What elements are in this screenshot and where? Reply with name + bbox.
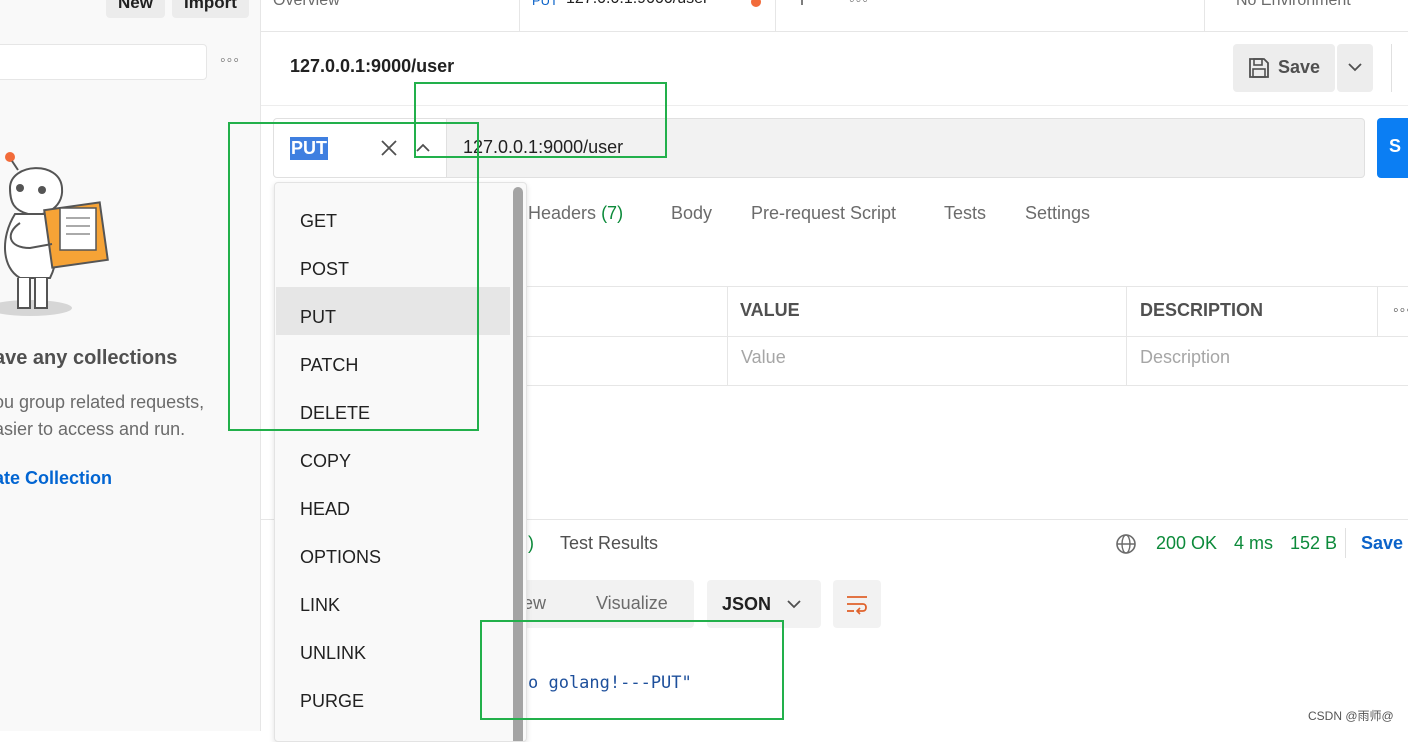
empty-desc-line: ou group related requests, <box>0 392 205 412</box>
import-button[interactable]: Import <box>172 0 249 18</box>
globe-icon[interactable] <box>1115 533 1137 555</box>
view-option-visualize[interactable]: Visualize <box>596 593 668 614</box>
table-col-divider <box>1377 286 1378 336</box>
tab-headers[interactable]: Headers (7) <box>528 203 623 224</box>
annotation-box-response <box>480 620 784 720</box>
response-time[interactable]: 4 ms <box>1234 533 1273 554</box>
table-col-divider <box>727 286 728 386</box>
save-response-button[interactable]: Save <box>1361 533 1403 554</box>
empty-collections-illustration-icon <box>0 152 109 316</box>
save-button-label: Save <box>1278 57 1321 77</box>
tab-url-label: 127.0.0.1:9000/user <box>566 0 708 8</box>
column-header-value: VALUE <box>740 300 800 320</box>
tab-overview[interactable]: Overview <box>273 0 340 10</box>
sidebar-more-icon[interactable]: ◦◦◦ <box>220 52 240 70</box>
create-collection-link[interactable]: ate Collection <box>0 468 112 489</box>
method-option-purge[interactable]: PURGE <box>276 671 510 719</box>
tab-more-icon[interactable]: ◦◦◦ <box>849 0 869 10</box>
tab-settings[interactable]: Settings <box>1025 203 1090 224</box>
watermark: CSDN @雨师@ <box>1308 709 1394 723</box>
add-tab-icon[interactable]: + <box>795 0 809 14</box>
annotation-box-methods <box>228 122 479 431</box>
response-tab-count-partial: ) <box>528 533 534 553</box>
empty-collections-description: ou group related requests, asier to acce… <box>0 389 204 443</box>
new-button[interactable]: New <box>106 0 165 18</box>
send-button[interactable]: S <box>1377 118 1408 178</box>
request-tab-bar: Overview PUT 127.0.0.1:9000/user + ◦◦◦ N… <box>261 0 1408 32</box>
wrap-lines-icon <box>847 596 867 615</box>
sidebar-search-input[interactable] <box>0 44 207 80</box>
headers-count-badge: (7) <box>601 203 624 223</box>
tab-test-results[interactable]: Test Results <box>560 533 658 554</box>
tab-active-request[interactable]: PUT 127.0.0.1:9000/user <box>519 0 776 31</box>
tab-body[interactable]: Body <box>671 203 712 224</box>
method-option-copy[interactable]: COPY <box>276 431 510 479</box>
table-col-divider <box>1126 286 1127 386</box>
method-option-unlink[interactable]: UNLINK <box>276 623 510 671</box>
empty-collections-title: ave any collections <box>0 347 178 369</box>
sidebar: New Import ◦◦◦ ave any collections ou gr… <box>0 0 261 731</box>
request-title: 127.0.0.1:9000/user <box>290 56 455 76</box>
response-divider <box>1345 528 1346 558</box>
column-header-description: DESCRIPTION <box>1140 300 1264 320</box>
header-divider <box>1391 44 1392 92</box>
chevron-down-icon <box>1348 63 1362 72</box>
description-input[interactable]: Description <box>1140 347 1230 368</box>
method-option-options[interactable]: OPTIONS <box>276 527 510 575</box>
tab-pre-request-script[interactable]: Pre-request Script <box>751 203 896 224</box>
empty-desc-line: asier to access and run. <box>0 419 186 439</box>
save-disk-icon <box>1249 58 1269 78</box>
chevron-down-icon <box>787 600 801 609</box>
tab-method-label: PUT <box>532 0 558 8</box>
save-options-button[interactable] <box>1337 44 1373 92</box>
response-size[interactable]: 152 B <box>1290 533 1337 554</box>
save-button[interactable]: Save <box>1233 44 1335 92</box>
environment-select[interactable]: No Environment <box>1236 0 1351 10</box>
tab-divider <box>1204 0 1205 32</box>
unsaved-dot-icon <box>751 0 761 7</box>
wrap-lines-button[interactable] <box>833 580 881 628</box>
annotation-box-url <box>414 82 667 158</box>
response-status[interactable]: 200 OK <box>1156 533 1217 554</box>
value-input[interactable]: Value <box>741 347 786 368</box>
method-option-head[interactable]: HEAD <box>276 479 510 527</box>
tab-tests[interactable]: Tests <box>944 203 986 224</box>
method-option-link[interactable]: LINK <box>276 575 510 623</box>
table-more-icon[interactable]: ◦◦◦ <box>1393 302 1408 320</box>
format-select-value: JSON <box>722 594 772 614</box>
tab-headers-label: Headers <box>528 203 597 223</box>
